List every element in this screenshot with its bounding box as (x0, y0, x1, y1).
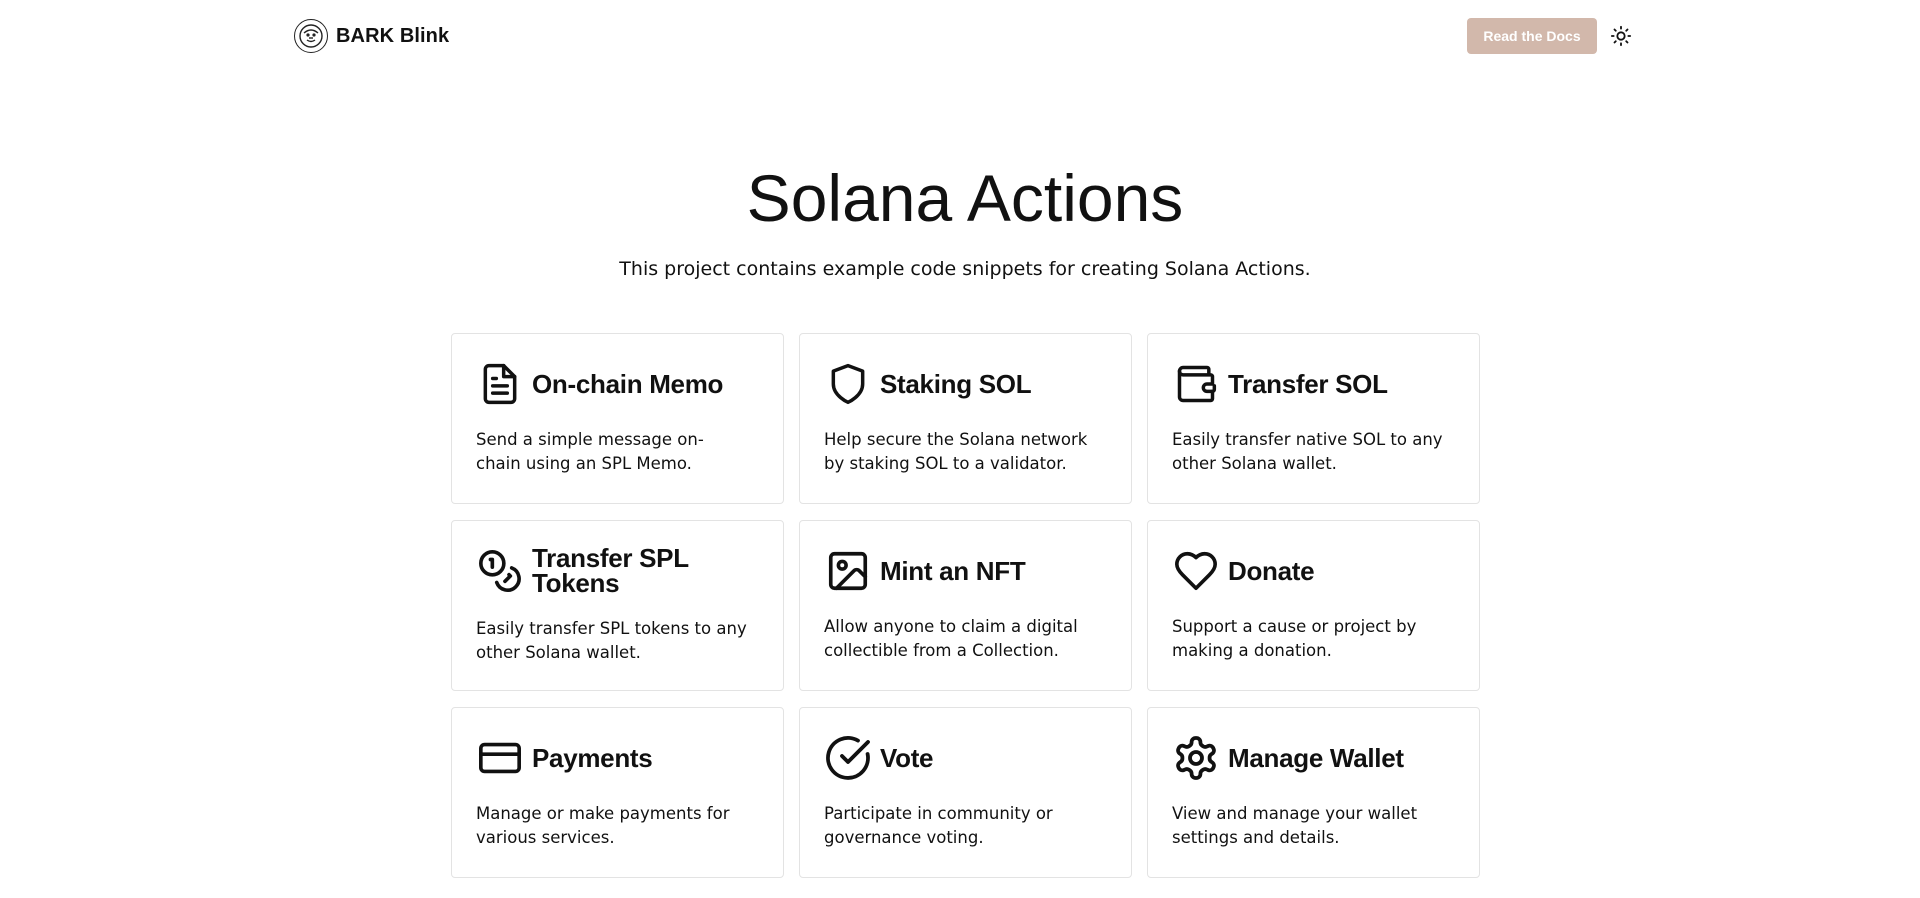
card-title: Manage Wallet (1228, 742, 1404, 773)
top-nav: BARK Blink Read the Docs (0, 0, 1920, 72)
image-icon (824, 547, 872, 595)
actions-grid: On-chain Memo Send a simple message on-c… (451, 333, 1480, 878)
card-title: Mint an NFT (880, 555, 1026, 586)
card-donate[interactable]: Donate Support a cause or project by mak… (1147, 520, 1480, 691)
card-staking-sol[interactable]: Staking SOL Help secure the Solana netwo… (799, 333, 1132, 504)
card-description: Participate in community or governance v… (824, 804, 1053, 847)
credit-card-icon (476, 734, 524, 782)
gear-icon (1172, 734, 1220, 782)
heart-icon (1172, 547, 1220, 595)
card-title: On-chain Memo (532, 368, 724, 399)
card-description: View and manage your wallet settings and… (1172, 804, 1418, 847)
card-on-chain-memo[interactable]: On-chain Memo Send a simple message on-c… (451, 333, 784, 504)
sun-icon[interactable] (1607, 20, 1635, 52)
document-icon (476, 360, 524, 408)
wallet-icon (1172, 360, 1220, 408)
card-title: Staking SOL (880, 368, 1032, 399)
brand-name: BARK Blink (336, 24, 450, 47)
card-title: Transfer SPL Tokens (532, 543, 689, 598)
page-title: Solana Actions (746, 161, 1184, 235)
coins-icon (476, 547, 524, 595)
card-vote[interactable]: Vote Participate in community or governa… (799, 707, 1132, 878)
card-description: Send a simple message on-chain using an … (476, 430, 704, 473)
shield-icon (824, 360, 872, 408)
card-description: Support a cause or project by making a d… (1172, 617, 1417, 660)
bark-logo-icon (294, 19, 328, 53)
card-mint-an-nft[interactable]: Mint an NFT Allow anyone to claim a digi… (799, 520, 1132, 691)
card-title: Vote (880, 742, 934, 773)
card-transfer-sol[interactable]: Transfer SOL Easily transfer native SOL … (1147, 333, 1480, 504)
card-title: Donate (1228, 555, 1315, 586)
brand-link[interactable]: BARK Blink (294, 18, 449, 54)
card-transfer-spl-tokens[interactable]: Transfer SPL Tokens Easily transfer SPL … (451, 520, 784, 691)
check-circle-icon (824, 734, 872, 782)
card-manage-wallet[interactable]: Manage Wallet View and manage your walle… (1147, 707, 1480, 878)
page-subtitle: This project contains example code snipp… (619, 258, 1311, 280)
card-payments[interactable]: Payments Manage or make payments for var… (451, 707, 784, 878)
card-description: Help secure the Solana network by stakin… (824, 430, 1088, 473)
card-description: Allow anyone to claim a digital collecti… (824, 617, 1078, 660)
card-description: Manage or make payments for various serv… (476, 804, 730, 847)
card-description: Easily transfer SPL tokens to any other … (476, 619, 747, 662)
read-the-docs-button[interactable]: Read the Docs (1467, 18, 1597, 54)
card-description: Easily transfer native SOL to any other … (1172, 430, 1443, 473)
card-title: Transfer SOL (1228, 368, 1388, 399)
card-title: Payments (532, 742, 653, 773)
